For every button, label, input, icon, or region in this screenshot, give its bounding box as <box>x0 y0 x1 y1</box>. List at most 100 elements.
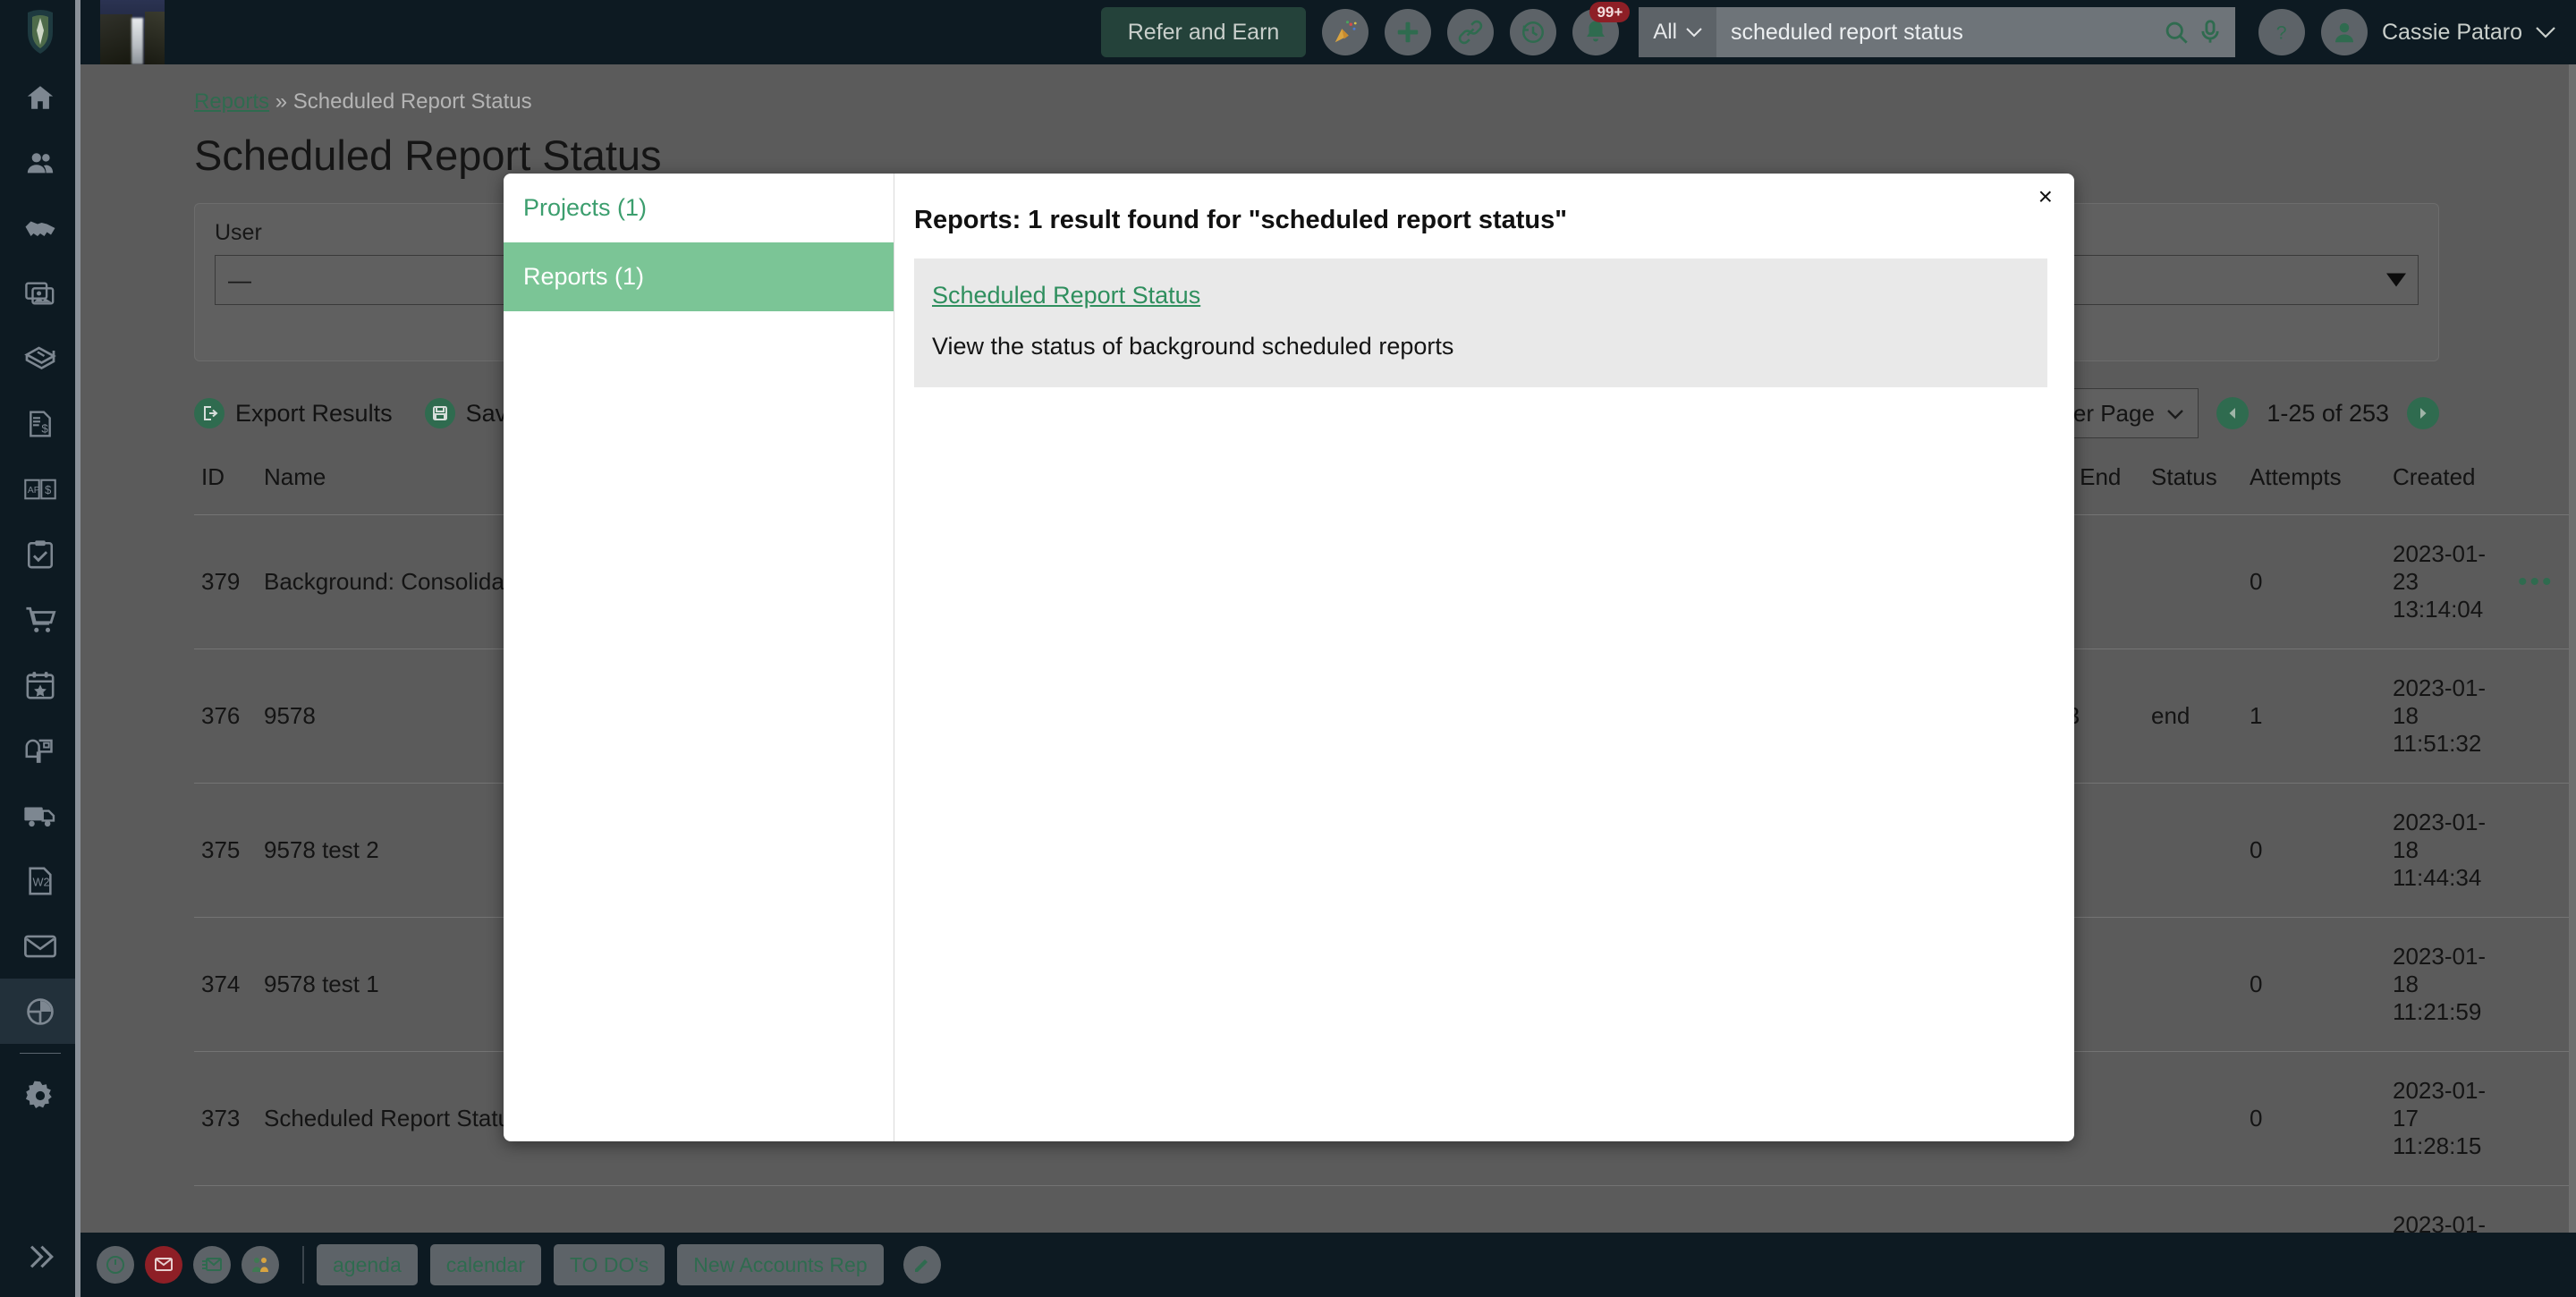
gear-icon <box>25 1081 52 1108</box>
celebrate-button[interactable] <box>1322 9 1369 55</box>
search-result-link[interactable]: Scheduled Report Status <box>932 282 1200 309</box>
cell-id: 376 <box>194 648 257 784</box>
search-result-description: View the status of background scheduled … <box>932 333 1454 360</box>
handshake-icon <box>25 221 55 236</box>
cell-status <box>2144 514 2242 649</box>
taskbar-chip-agenda[interactable]: agenda <box>317 1244 418 1285</box>
cell-actions <box>2511 1185 2576 1233</box>
column-header-attempts[interactable]: Attempts <box>2242 451 2385 515</box>
breadcrumb: Reports » Scheduled Report Status <box>194 89 2576 114</box>
previous-page-button[interactable] <box>2216 397 2250 429</box>
link-icon <box>1459 20 1483 45</box>
sidebar-item-media[interactable] <box>0 260 80 326</box>
cell-actions[interactable]: ••• <box>2511 514 2576 649</box>
sidebar-item-mailbox[interactable] <box>0 717 80 783</box>
cell-status <box>2144 1051 2242 1186</box>
cell-id: 374 <box>194 917 257 1052</box>
sidebar-item-settings[interactable] <box>0 1063 80 1128</box>
sidebar-item-invoices[interactable]: $ <box>0 391 80 456</box>
clock-button[interactable] <box>97 1246 134 1284</box>
avatar[interactable] <box>2320 9 2368 55</box>
search-results-modal: Projects (1) Reports (1) × Reports: 1 re… <box>504 174 2074 1141</box>
sidebar-scrollbar[interactable] <box>75 0 80 1297</box>
sidebar-item-home[interactable] <box>0 64 80 130</box>
w2-document-icon: W2 <box>29 867 52 894</box>
cell-created: 2023-01-17 11:27:06 <box>2385 1185 2511 1233</box>
dragon-logo-icon <box>28 10 53 54</box>
mailbox-icon <box>25 739 53 763</box>
add-button[interactable] <box>1385 9 1432 55</box>
bell-icon <box>1587 21 1606 42</box>
sidebar-item-reports[interactable] <box>0 979 80 1044</box>
sidebar-item-tasks[interactable] <box>0 521 80 587</box>
table-row[interactable]: 372Publication Sales Pacing 02023-01-17 1… <box>194 1185 2576 1233</box>
modal-tab-reports[interactable]: Reports (1) <box>504 242 894 311</box>
export-results-button[interactable]: Export Results <box>194 398 393 428</box>
shopping-cart-icon <box>26 606 56 632</box>
user-menu-button[interactable] <box>2535 26 2556 38</box>
inbox-button[interactable] <box>193 1246 231 1284</box>
sidebar-item-tickets[interactable] <box>0 326 80 391</box>
taskbar-chip-new-accounts-rep[interactable]: New Accounts Rep <box>677 1244 884 1285</box>
history-clock-icon <box>1522 21 1545 44</box>
search-input[interactable] <box>1730 19 2153 46</box>
history-button[interactable] <box>1510 9 1557 55</box>
sidebar-item-adbook[interactable]: AP $ <box>0 456 80 521</box>
sidebar-expand-button[interactable] <box>0 1242 80 1272</box>
inbox-icon <box>202 1258 222 1271</box>
page-scrollbar[interactable] <box>2569 64 2576 1233</box>
search-scope-dropdown[interactable]: All <box>1639 7 1716 57</box>
sidebar-item-orders[interactable] <box>0 587 80 652</box>
cell-attempts: 0 <box>2242 917 2385 1052</box>
link-button[interactable] <box>1447 9 1495 55</box>
cell-attempts: 0 <box>2242 1185 2385 1233</box>
cell-id: 372 <box>194 1185 257 1233</box>
export-icon <box>194 398 225 428</box>
column-header-created[interactable]: Created <box>2385 451 2511 515</box>
search-scope-label: All <box>1653 20 1677 44</box>
column-header-status[interactable]: Status <box>2144 451 2242 515</box>
sidebar-item-email[interactable] <box>0 913 80 979</box>
images-icon <box>25 281 55 305</box>
sidebar-item-deals[interactable] <box>0 195 80 260</box>
people-group-icon <box>252 1258 268 1272</box>
sidebar-item-w2[interactable]: W2 <box>0 848 80 913</box>
taskbar-chip-todos[interactable]: TO DO's <box>553 1244 665 1285</box>
column-header-id[interactable]: ID <box>194 451 257 515</box>
row-actions-menu-icon[interactable]: ••• <box>2518 567 2555 597</box>
mail-alert-button[interactable] <box>145 1246 182 1284</box>
modal-body: × Reports: 1 result found for "scheduled… <box>894 174 2074 1141</box>
party-popper-icon <box>1335 21 1357 43</box>
cell-status: end <box>2144 648 2242 784</box>
cell-status <box>2144 783 2242 918</box>
breadcrumb-separator: » <box>275 89 288 114</box>
cell-created: 2023-01-23 13:14:04 <box>2385 514 2511 649</box>
notifications-button[interactable]: 99+ <box>1572 2 1631 55</box>
svg-text:$: $ <box>41 421 48 435</box>
cell-actions <box>2511 648 2576 784</box>
cell-actions <box>2511 917 2576 1052</box>
cell-scheduled-end <box>1956 1185 2144 1233</box>
cell-attempts: 0 <box>2242 514 2385 649</box>
help-button[interactable]: ? <box>2258 9 2305 55</box>
sidebar-item-events[interactable] <box>0 652 80 717</box>
breadcrumb-link-reports[interactable]: Reports <box>194 89 269 114</box>
cell-created: 2023-01-17 11:28:15 <box>2385 1051 2511 1186</box>
search-submit-button[interactable] <box>2164 20 2189 45</box>
app-root: $ AP $ W2 Refer and Earn 99+ All schedul… <box>0 0 2576 1297</box>
sidebar-item-distribution[interactable] <box>0 783 80 848</box>
taskbar-chip-calendar[interactable]: calendar <box>429 1244 541 1285</box>
modal-tab-projects[interactable]: Projects (1) <box>504 174 894 242</box>
next-page-button[interactable] <box>2407 397 2439 429</box>
sidebar-item-contacts[interactable] <box>0 130 80 195</box>
compose-button[interactable] <box>902 1246 941 1284</box>
chevron-down-icon <box>1686 28 1702 38</box>
close-icon[interactable]: × <box>2038 184 2053 209</box>
modal-heading: Reports: 1 result found for "scheduled r… <box>914 206 1568 234</box>
refer-and-earn-button[interactable]: Refer and Earn <box>1100 7 1307 57</box>
cell-user <box>1321 1185 1455 1233</box>
voice-search-button[interactable] <box>2199 20 2221 45</box>
app-logo[interactable] <box>0 0 80 64</box>
people-group-button[interactable] <box>242 1246 279 1284</box>
truck-icon <box>24 807 55 827</box>
